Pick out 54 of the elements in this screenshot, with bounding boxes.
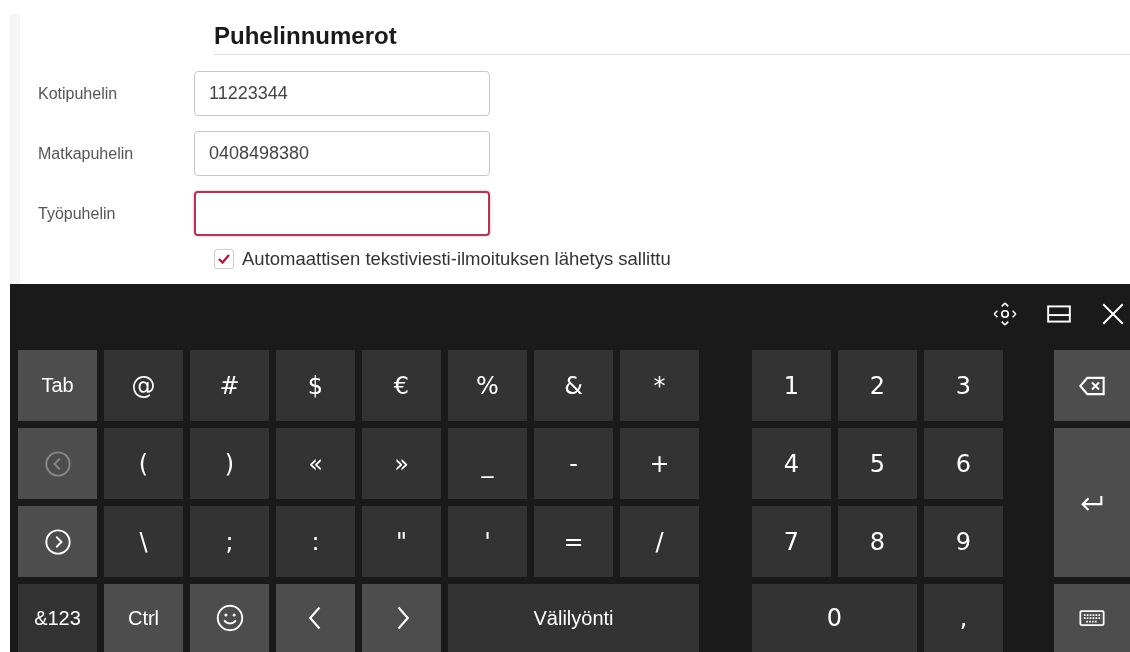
key[interactable]: :: [276, 506, 355, 577]
phone-field[interactable]: 11223344: [194, 71, 490, 116]
backspace-key[interactable]: [1054, 350, 1130, 421]
key[interactable]: Välilyönti: [448, 584, 699, 652]
key[interactable]: ": [362, 506, 441, 577]
function-key[interactable]: Ctrl: [104, 584, 183, 652]
phone-field[interactable]: 0408498380: [194, 131, 490, 176]
key[interactable]: ': [448, 506, 527, 577]
page-forward-icon: [43, 527, 72, 556]
move-icon: [992, 300, 1018, 327]
key[interactable]: ): [190, 428, 269, 499]
checkbox[interactable]: [214, 249, 234, 269]
key[interactable]: 1: [752, 350, 831, 421]
field-label: Matkapuhelin: [38, 144, 135, 163]
key[interactable]: 7: [752, 506, 831, 577]
key[interactable]: «: [276, 428, 355, 499]
checkmark-icon: [217, 252, 231, 266]
key[interactable]: 6: [924, 428, 1003, 499]
key[interactable]: &123: [18, 584, 97, 652]
key[interactable]: (: [104, 428, 183, 499]
key[interactable]: 8: [838, 506, 917, 577]
key[interactable]: -: [534, 428, 613, 499]
key[interactable]: %: [448, 350, 527, 421]
key[interactable]: &: [534, 350, 613, 421]
phone-field[interactable]: [194, 191, 490, 236]
checkbox-label: Automaattisen tekstiviesti-ilmoituksen lähetys sallittu: [242, 248, 671, 270]
key[interactable]: #: [190, 350, 269, 421]
key[interactable]: ,: [924, 584, 1003, 652]
next-page-key[interactable]: [18, 506, 97, 577]
key[interactable]: 0: [752, 584, 917, 652]
section-heading: Puhelinnumerot: [214, 22, 397, 49]
function-key[interactable]: Tab: [18, 350, 97, 421]
key[interactable]: _: [448, 428, 527, 499]
key[interactable]: ;: [190, 506, 269, 577]
field-label: Kotipuhelin: [38, 84, 119, 103]
emoji-key[interactable]: [190, 584, 269, 652]
key[interactable]: $: [276, 350, 355, 421]
key[interactable]: @: [104, 350, 183, 421]
key[interactable]: =: [534, 506, 613, 577]
key[interactable]: €: [362, 350, 441, 421]
key[interactable]: +: [620, 428, 699, 499]
key[interactable]: »: [362, 428, 441, 499]
page-back-icon: [43, 449, 72, 478]
key[interactable]: 3: [924, 350, 1003, 421]
key[interactable]: 2: [838, 350, 917, 421]
key[interactable]: /: [620, 506, 699, 577]
field-label: Työpuhelin: [38, 204, 117, 223]
key[interactable]: \: [104, 506, 183, 577]
smiley-icon: [215, 604, 244, 632]
key[interactable]: 4: [752, 428, 831, 499]
key[interactable]: 5: [838, 428, 917, 499]
key[interactable]: 9: [924, 506, 1003, 577]
keyboard-key[interactable]: [1054, 584, 1130, 652]
key[interactable]: *: [620, 350, 699, 421]
